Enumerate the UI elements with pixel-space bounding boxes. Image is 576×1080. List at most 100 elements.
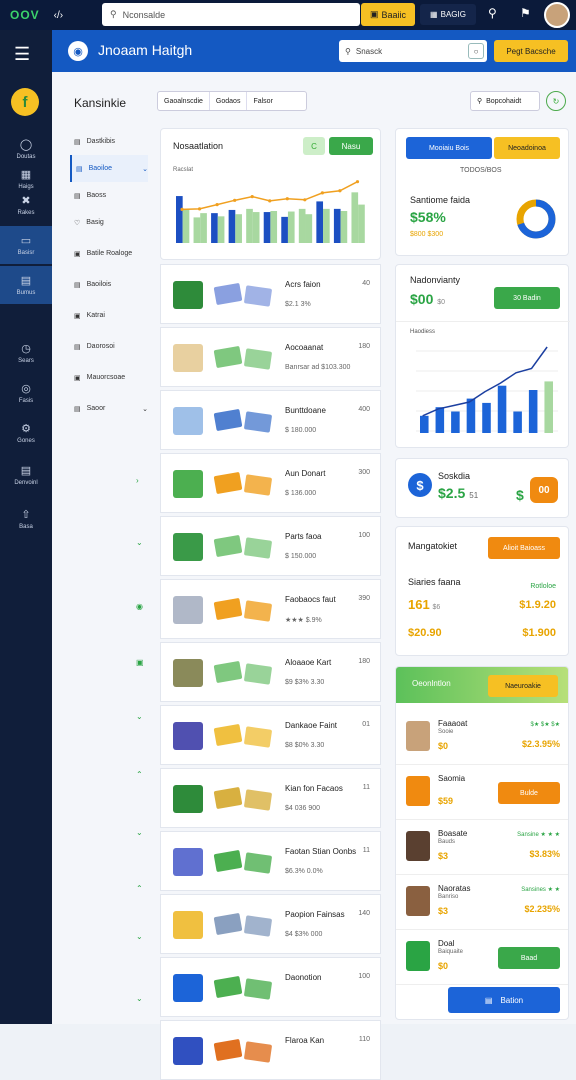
sidebar-item-5[interactable]: ▤ Bumus [0,266,52,304]
calendar-icon: ▤ [484,995,493,1005]
menu-icon[interactable]: ☰ [14,44,30,65]
chart-bar [182,208,190,243]
chart-icon: ▤ [20,465,32,477]
list-item[interactable]: Faobaocs faut ★★★ $.9% 390 [160,579,381,639]
chart-bar [513,411,522,433]
chart-point [285,197,289,201]
subnav-item[interactable]: ♡ Basig [70,209,148,236]
chevron-icon[interactable]: › [136,476,139,485]
refresh-icon[interactable]: ↻ [546,91,566,111]
list-item[interactable]: Faotan Stian Oonbs $6.3% 0.0% 11 [160,831,381,891]
card4-button[interactable]: Alioit Baioass [488,537,560,559]
list-item-number: 01 [362,721,370,728]
list-item-number: 40 [362,280,370,287]
card3-badge[interactable]: 00 [530,477,558,503]
list-illustration-icon [173,533,272,561]
chart-bar [528,390,538,433]
page-search-input[interactable]: ⚲ Bopcohaidt [470,91,540,111]
top-yellow-button[interactable]: ▣ Baaiic [361,3,415,26]
card2-chart-label: Haodiess [410,329,436,335]
list-item[interactable]: Kian fon Facaos $4 036 900 11 [160,768,381,828]
tab-2[interactable]: Godaos [210,92,248,110]
bottom-action-button[interactable]: ▤ Bation [448,987,560,1013]
card5-header-button[interactable]: Naeuroakie [488,675,558,697]
sidebar-item-4[interactable]: ▭ Basisr [0,226,52,264]
chevron-down-icon[interactable]: ⌄ [136,538,143,547]
card5-row-title: Faaaoat [438,719,468,728]
top-search-input[interactable]: ⚲ Nconsalde [102,3,360,26]
sidebar-item-3[interactable]: ✖ Rakes [0,186,52,224]
card5-row[interactable]: Saomia $59 Bulde [396,766,568,820]
row-avatar-icon [406,831,430,861]
brand-logo: f [11,88,39,116]
chevron-up-icon[interactable]: ⌃ [136,770,143,779]
subnav-item[interactable]: ▤ Baoss [70,182,148,209]
list-item-value: Banrsar ad $103.300 [285,364,351,371]
list-item[interactable]: Parts faoa $ 150.000 100 [160,516,381,576]
right-tab-2[interactable]: Neoadoinoa [494,137,560,159]
lock-icon[interactable]: ⚑ [520,6,531,20]
user-avatar[interactable] [544,2,570,28]
list-item-number: 140 [358,910,370,917]
search-icon: ⚲ [477,98,483,105]
tab-1[interactable]: Gaoalnscdie [158,92,210,110]
right-tab-1[interactable]: Mooiaiu Bois [406,137,492,159]
row-avatar-icon [406,941,430,971]
card5-row[interactable]: Boasate Bauds $3 Sansine ★ ★ ★ $3.83% [396,821,568,875]
subnav-item[interactable]: ▣ Katrai [70,302,148,329]
chevron-down-icon[interactable]: ⌄ [136,932,143,941]
header-action-button[interactable]: Pegt Bacsche [494,40,568,62]
list-item[interactable]: Aocoaanat Banrsar ad $103.300 180 [160,327,381,387]
card5-row-title: Saomia [438,774,466,783]
card5-row-value: $3.83% [529,849,560,859]
card5-row-value: $2.3.95% [521,739,560,749]
top-dark-chip[interactable]: ▦ BAGIG [420,4,476,25]
sidebar-item-6[interactable]: ◷ Sears [0,334,52,372]
circle-icon[interactable]: ◉ [136,602,143,611]
chart-main-button[interactable]: Nasu [329,137,373,155]
list-item[interactable]: Acrs faion $2.1 3% 40 [160,264,381,324]
code-icon[interactable]: ‹/› [54,10,63,21]
card5-row[interactable]: Doal Baiquaite $0 Baad [396,931,568,985]
card5-row[interactable]: Naoratas Banriso $3 Sansines ★ ★ $2.235% [396,876,568,930]
subnav-item[interactable]: ▤ Daorosoi [70,333,148,360]
list-item[interactable]: Aun Donart $ 136.000 300 [160,453,381,513]
list-illustration-icon [173,281,272,309]
folder-icon: ▣ [369,9,379,19]
subnav-item[interactable]: ▤ Baoilois [70,271,148,298]
chevron-up-icon[interactable]: ⌃ [136,884,143,893]
square-icon[interactable]: ▣ [136,658,144,667]
card5-row[interactable]: Faaaoat Sooie $0 $★ $★ $★ $2.3.95% [396,711,568,765]
subnav-item[interactable]: ▤ Dastkibis [70,128,148,155]
chevron-down-icon[interactable]: ⌄ [136,712,143,721]
chart-bar [287,211,295,243]
chart-small-button[interactable]: C [303,137,325,155]
header-search-input[interactable]: ⚲ Snasck ○ [339,40,487,62]
list-item[interactable]: Flaroa Kan 110 [160,1020,381,1080]
app-logo[interactable]: OOV [10,8,40,22]
list-item[interactable]: Dankaoe Faint $8 $0% 3.30 01 [160,705,381,765]
chevron-down-icon[interactable]: ⌄ [136,828,143,837]
card5-row-button[interactable]: Bulde [498,782,560,804]
subnav-item[interactable]: ▣ Mauorcsoae [70,364,148,391]
list-item-value: $ 180.000 [285,427,317,434]
list-item[interactable]: Daonotion 100 [160,957,381,1017]
sidebar-item-7[interactable]: ◎ Fasis [0,374,52,412]
list-item-title: Faotan Stian Oonbs [285,847,357,856]
chart-bar [263,212,271,243]
tab-3[interactable]: Falsor [247,92,278,110]
subnav-item[interactable]: ▤ Baoiloe ⌄ [70,155,148,182]
search-go-button[interactable]: ○ [468,43,484,59]
chevron-down-icon[interactable]: ⌄ [136,994,143,1003]
subnav-item[interactable]: ▤ Saoor ⌄ [70,395,148,422]
list-item[interactable]: Paopion Fainsas $4 $3% 000 140 [160,894,381,954]
list-item[interactable]: Bunttdoane $ 180.000 400 [160,390,381,450]
sidebar-item-8[interactable]: ⚙ Gones [0,414,52,452]
card2-button[interactable]: 30 Badin [494,287,560,309]
card5-row-button[interactable]: Baad [498,947,560,969]
sidebar-item-9[interactable]: ▤ Denvoinl [0,456,52,494]
list-item[interactable]: Aloaaoe Kart $9 $3% 3.30 180 [160,642,381,702]
sidebar-item-10[interactable]: ⇧ Basa [0,500,52,538]
subnav-item[interactable]: ▣ Batile Roaloge [70,240,148,267]
search-icon[interactable]: ⚲ [488,6,497,20]
